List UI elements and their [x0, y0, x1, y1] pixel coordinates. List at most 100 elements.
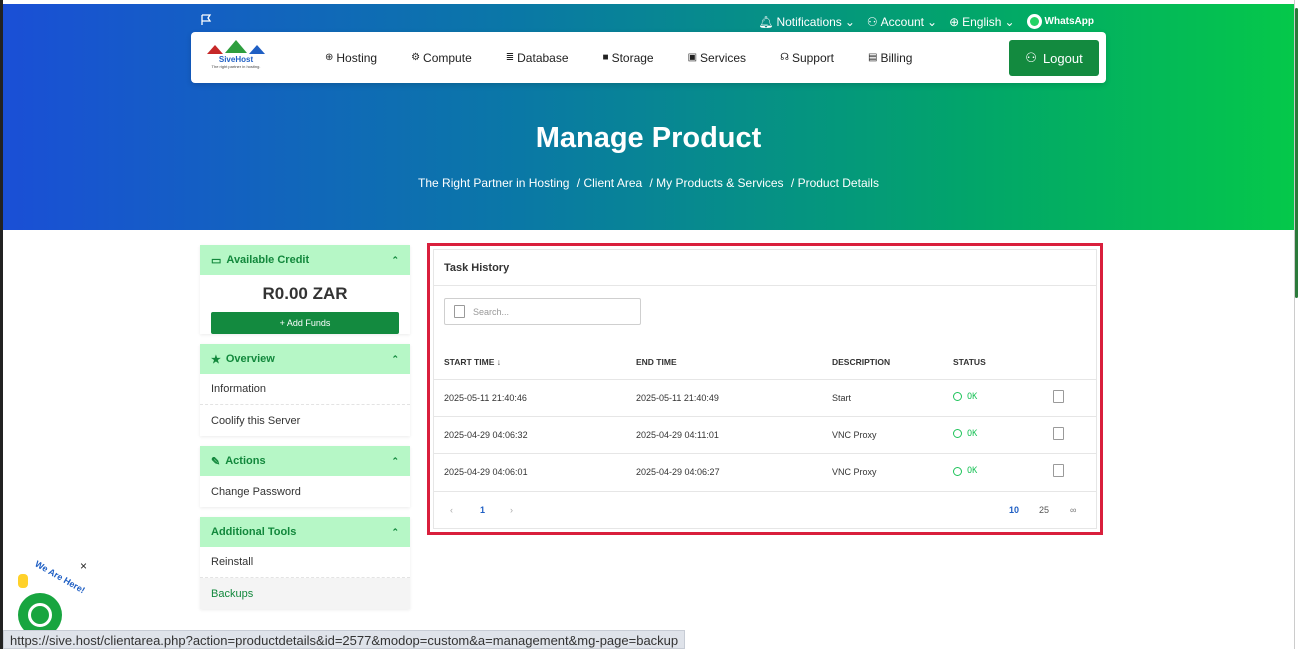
table-header-row: START TIME ↓ END TIME DESCRIPTION STATUS	[434, 345, 1096, 379]
user-icon: ⚇	[1025, 50, 1037, 65]
main-navbar: SiveHost The right partner in hosting. ⊕…	[191, 32, 1106, 83]
row-checkbox[interactable]	[1053, 390, 1064, 403]
nav-item-hosting[interactable]: ⊕ Hosting	[325, 51, 377, 65]
panel-divider	[434, 285, 1096, 286]
row-checkbox[interactable]	[1053, 464, 1064, 478]
gift-icon: ▣	[687, 52, 698, 63]
nav-item-services[interactable]: ▣ Services	[688, 51, 746, 65]
breadcrumb-my-products[interactable]: / My Products & Services	[650, 176, 784, 190]
nav-label: Storage	[611, 50, 654, 65]
col-description[interactable]: DESCRIPTION	[832, 345, 953, 379]
language-menu[interactable]: ⊕ English ⌄	[949, 15, 1014, 29]
search-input[interactable]: Search...	[444, 298, 641, 325]
nav-label: Services	[700, 50, 747, 65]
page-scrollbar[interactable]	[1294, 0, 1298, 649]
logo-tagline: The right partner in hosting.	[211, 64, 261, 69]
chevron-up-icon[interactable]: ⌃	[391, 456, 399, 467]
col-label: START TIME	[444, 356, 495, 367]
sidebar-item-reinstall[interactable]: Reinstall	[200, 547, 410, 578]
col-status[interactable]: STATUS	[953, 345, 1053, 379]
prev-page-button[interactable]: ‹	[450, 505, 453, 515]
nav-item-billing[interactable]: ▤ Billing	[868, 51, 912, 65]
whatsapp-label: WhatsApp	[1044, 16, 1094, 27]
box-icon: ■	[602, 52, 609, 63]
headset-icon: ☊	[780, 52, 789, 63]
table-row[interactable]: 2025-05-11 21:40:46 2025-05-11 21:40:49 …	[434, 378, 1096, 416]
wrench-icon: ✎	[211, 455, 221, 468]
nav-item-compute[interactable]: ⚙ Compute	[411, 51, 472, 65]
chevron-up-icon[interactable]: ⌃	[391, 527, 399, 538]
sort-arrow-down-icon: ↓	[496, 356, 501, 367]
sidebar-item-coolify[interactable]: Coolify this Server	[200, 405, 410, 436]
sidebar-item-backups[interactable]: Backups	[200, 578, 410, 609]
credit-card: ▭ Available Credit ⌃ R0.00 ZAR + Add Funds	[200, 245, 410, 334]
cell-end-time: 2025-04-29 04:11:01	[636, 415, 832, 453]
chevron-up-icon[interactable]: ⌃	[391, 255, 399, 266]
notifications-menu[interactable]: 🔔︎ Notifications ⌄	[758, 15, 855, 29]
table-row[interactable]: 2025-04-29 04:06:32 2025-04-29 04:11:01 …	[434, 415, 1096, 453]
language-label: English	[962, 14, 1002, 29]
waving-hand-icon	[18, 574, 28, 588]
status-text: OK	[967, 391, 978, 402]
sidebar-item-information[interactable]: Information	[200, 374, 410, 405]
col-start-time[interactable]: START TIME ↓	[434, 345, 636, 379]
ok-circle-icon	[953, 392, 962, 402]
breadcrumb-home[interactable]: The Right Partner in Hosting	[418, 176, 569, 190]
actions-card: ✎ Actions ⌃ Change Password	[200, 446, 410, 507]
actions-card-header[interactable]: ✎ Actions ⌃	[200, 446, 410, 476]
credit-card-header[interactable]: ▭ Available Credit ⌃	[200, 245, 410, 275]
chevron-up-icon[interactable]: ⌃	[391, 354, 399, 365]
search-checkbox-icon	[454, 305, 465, 318]
cell-description: Start	[832, 378, 953, 416]
account-menu[interactable]: ⚇ Account ⌄	[867, 15, 937, 29]
user-icon: ⚇	[866, 14, 878, 29]
nav-label: Billing	[880, 50, 913, 65]
chat-close-button[interactable]: ×	[80, 559, 87, 573]
browser-status-url: https://sive.host/clientarea.php?action=…	[3, 630, 686, 649]
page-size-all[interactable]: ∞	[1070, 505, 1076, 515]
nav-label: Support	[791, 50, 834, 65]
sivehost-logo[interactable]: SiveHost The right partner in hosting.	[201, 38, 271, 78]
overview-card-header[interactable]: ★ Overview ⌃	[200, 344, 410, 374]
cell-description: VNC Proxy	[832, 415, 953, 453]
cell-start-time: 2025-04-29 04:06:01	[434, 452, 636, 490]
cell-start-time: 2025-05-11 21:40:46	[434, 378, 636, 416]
chat-label: We Are Here!	[33, 558, 87, 596]
whatsapp-link[interactable]: WhatsApp	[1026, 14, 1094, 29]
logout-button[interactable]: ⚇ Logout	[1009, 40, 1099, 76]
search-placeholder: Search...	[473, 306, 510, 317]
page-title: Manage Product	[535, 122, 762, 154]
actions-title: Actions	[225, 455, 266, 467]
table-row[interactable]: 2025-04-29 04:06:01 2025-04-29 04:06:27 …	[434, 452, 1096, 490]
row-checkbox[interactable]	[1053, 427, 1064, 440]
nav-item-database[interactable]: ≣ Database	[506, 51, 569, 65]
cell-select	[1053, 378, 1096, 416]
receipt-icon: ▤	[867, 52, 878, 63]
credit-amount: R0.00 ZAR	[262, 284, 348, 303]
account-label: Account	[880, 14, 924, 29]
nav-menu: ⊕ Hosting ⚙ Compute ≣ Database ■ Storage ▣ Se…	[325, 32, 912, 83]
tools-card-header[interactable]: Additional Tools ⌃	[200, 517, 410, 547]
chevron-down-icon: ⌄	[1004, 14, 1015, 29]
task-history-table: START TIME ↓ END TIME DESCRIPTION STATUS…	[434, 345, 1096, 490]
tools-card: Additional Tools ⌃ Reinstall Backups	[200, 517, 410, 609]
nav-label: Database	[517, 50, 569, 65]
ok-circle-icon	[953, 466, 962, 476]
col-end-time[interactable]: END TIME	[636, 345, 832, 379]
page-size-25[interactable]: 25	[1039, 505, 1049, 515]
nav-item-storage[interactable]: ■ Storage	[603, 51, 654, 65]
chat-bubble-icon	[28, 603, 52, 627]
page-1-button[interactable]: 1	[480, 505, 485, 515]
next-page-button[interactable]: ›	[510, 505, 513, 515]
nav-item-support[interactable]: ☊ Support	[780, 51, 834, 65]
breadcrumb-client-area[interactable]: / Client Area	[577, 176, 642, 190]
nav-label: Hosting	[336, 50, 378, 65]
nav-label: Compute	[423, 50, 472, 65]
add-funds-button[interactable]: + Add Funds	[211, 312, 399, 334]
overview-card: ★ Overview ⌃ Information Coolify this Serv…	[200, 344, 410, 436]
col-select	[1053, 345, 1096, 379]
flag-icon[interactable]	[200, 14, 212, 26]
top-utility-bar: 🔔︎ Notifications ⌄ ⚇ Account ⌄ ⊕ English ⌄ Wha…	[3, 12, 1294, 32]
sidebar-item-change-password[interactable]: Change Password	[200, 476, 410, 507]
page-size-10[interactable]: 10	[1009, 505, 1019, 515]
